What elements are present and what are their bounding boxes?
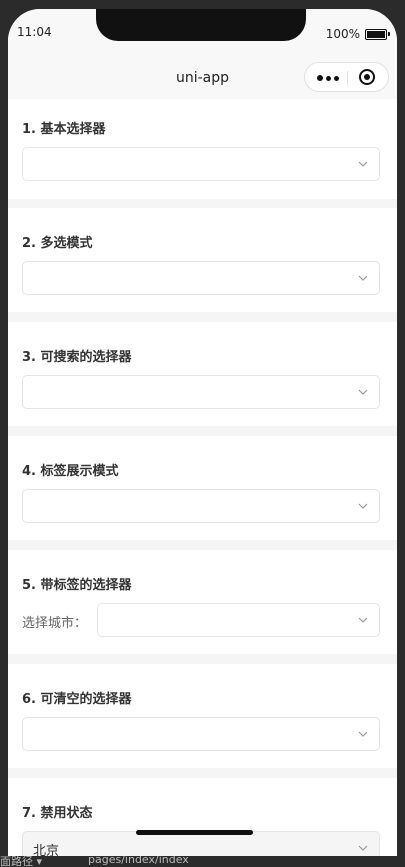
navigation-bar: uni-app [8, 57, 397, 99]
capsule-divider [347, 71, 348, 85]
battery-percent: 100% [325, 27, 360, 41]
home-indicator [136, 830, 253, 835]
section-title: 5. 带标签的选择器 [22, 578, 132, 593]
phone-screen: 11:04 100% uni-app 1. 基本选择器 2. 多选模式 3. 可… [8, 9, 397, 867]
chevron-down-icon [358, 731, 368, 737]
section-tag-select: 4. 标签展示模式 [8, 436, 397, 540]
section-basic-select: 1. 基本选择器 [8, 99, 397, 199]
chevron-down-icon [358, 161, 368, 167]
section-title: 3. 可搜索的选择器 [22, 350, 132, 365]
tag-display-select[interactable] [22, 489, 380, 523]
device-notch [96, 9, 306, 41]
chevron-down-icon [358, 275, 368, 281]
section-title: 2. 多选模式 [22, 236, 93, 251]
page-path: pages/index/index [88, 856, 189, 866]
section-disabled-select: 7. 禁用状态 北京 [8, 778, 397, 867]
searchable-select[interactable] [22, 375, 380, 409]
section-searchable-select: 3. 可搜索的选择器 [8, 322, 397, 426]
close-miniprogram-icon[interactable] [359, 69, 375, 85]
city-select[interactable] [97, 603, 380, 637]
mini-program-capsule [304, 62, 389, 92]
section-labeled-select: 5. 带标签的选择器 选择城市： [8, 550, 397, 654]
battery-indicator: 100% [325, 27, 390, 41]
section-title: 1. 基本选择器 [22, 122, 106, 137]
chevron-down-icon [358, 617, 368, 623]
section-title: 6. 可清空的选择器 [22, 692, 132, 707]
section-title: 7. 禁用状态 [22, 806, 93, 821]
more-menu-icon[interactable] [317, 75, 339, 81]
chevron-down-icon [358, 845, 368, 851]
section-multi-select: 2. 多选模式 [8, 208, 397, 312]
multi-select[interactable] [22, 261, 380, 295]
page-path-label[interactable]: 面路径 ▾ [0, 856, 42, 867]
section-title: 4. 标签展示模式 [22, 464, 119, 479]
city-field-label: 选择城市： [22, 616, 88, 631]
devtools-footer: 面路径 ▾ pages/index/index [0, 856, 405, 867]
clearable-select[interactable] [22, 717, 380, 751]
chevron-down-icon [358, 503, 368, 509]
battery-icon [365, 28, 390, 40]
status-time: 11:04 [17, 25, 52, 39]
section-clearable-select: 6. 可清空的选择器 [8, 664, 397, 768]
chevron-down-icon [358, 389, 368, 395]
basic-select[interactable] [22, 147, 380, 181]
